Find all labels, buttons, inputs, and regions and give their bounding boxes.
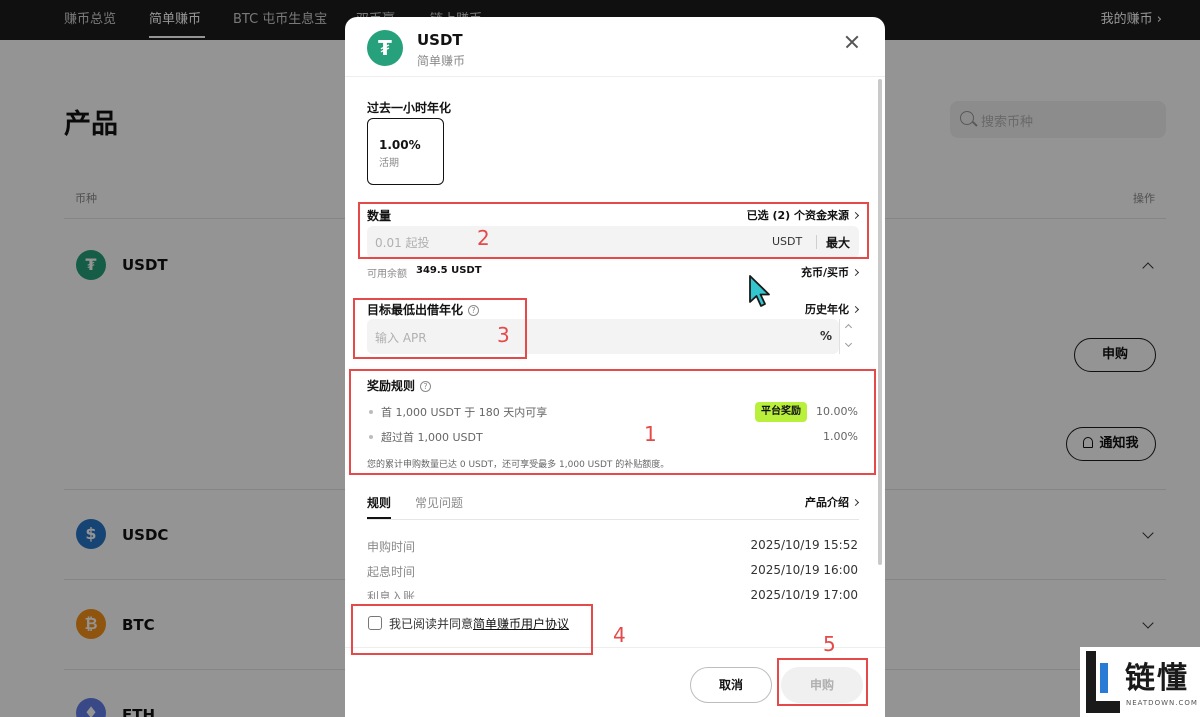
stepper-up-icon[interactable] xyxy=(844,323,853,332)
watermark-sub: NEATDOWN.COM xyxy=(1126,699,1198,707)
product-intro-link[interactable]: 产品介绍 xyxy=(805,494,860,510)
annotation-box-1 xyxy=(349,369,876,475)
modal-subtitle: 简单赚币 xyxy=(417,54,466,68)
apr-stepper[interactable] xyxy=(839,319,859,354)
chevron-right-icon xyxy=(851,268,860,277)
modal-scrollbar[interactable] xyxy=(878,79,882,565)
apr-section-label: 过去一小时年化 xyxy=(367,101,452,115)
available-balance-value: 349.5 USDT xyxy=(416,265,482,276)
active-tab-indicator xyxy=(367,517,391,519)
annotation-number-3: 3 xyxy=(497,323,510,347)
annotation-number-2: 2 xyxy=(477,226,490,250)
info-value: 2025/10/19 16:00 xyxy=(750,563,858,577)
history-apr-link[interactable]: 历史年化 xyxy=(805,301,860,317)
product-intro-label: 产品介绍 xyxy=(805,496,849,509)
modal-header: ₮ USDT 简单赚币 xyxy=(345,17,885,77)
apr-option-card[interactable]: 1.00% 活期 xyxy=(367,118,444,185)
watermark-logo-icon xyxy=(1086,651,1120,713)
annotation-number-1: 1 xyxy=(644,422,657,446)
usdt-logo-icon: ₮ xyxy=(367,30,403,66)
chevron-right-icon xyxy=(851,498,860,507)
deposit-buy-label: 充币/买币 xyxy=(800,266,849,279)
close-icon[interactable] xyxy=(841,31,863,53)
deposit-buy-link[interactable]: 充币/买币 xyxy=(800,264,860,280)
tab-rules[interactable]: 规则 xyxy=(367,494,391,511)
info-label: 起息时间 xyxy=(367,565,416,579)
apr-value: 1.00% xyxy=(379,138,421,152)
watermark: 链懂 NEATDOWN.COM xyxy=(1080,647,1200,717)
info-label: 申购时间 xyxy=(367,540,416,554)
tab-faq[interactable]: 常见问题 xyxy=(415,494,463,511)
annotation-box-4 xyxy=(351,604,593,655)
watermark-text: 链懂 xyxy=(1125,661,1189,696)
stepper-down-icon[interactable] xyxy=(844,339,853,348)
chevron-right-icon xyxy=(851,305,860,314)
annotation-box-5 xyxy=(777,658,868,706)
mouse-cursor-icon xyxy=(749,275,770,307)
annotation-box-2 xyxy=(358,202,869,259)
cancel-button[interactable]: 取消 xyxy=(690,667,772,703)
available-balance-label: 可用余额 xyxy=(367,269,407,280)
history-apr-label: 历史年化 xyxy=(805,303,849,316)
modal-title: USDT xyxy=(417,31,463,49)
annotation-number-5: 5 xyxy=(823,632,836,656)
percent-sign: % xyxy=(820,329,833,343)
annotation-number-4: 4 xyxy=(613,623,626,647)
tab-divider xyxy=(367,519,859,520)
info-value: 2025/10/19 15:52 xyxy=(750,538,858,552)
apr-type: 活期 xyxy=(379,158,399,169)
